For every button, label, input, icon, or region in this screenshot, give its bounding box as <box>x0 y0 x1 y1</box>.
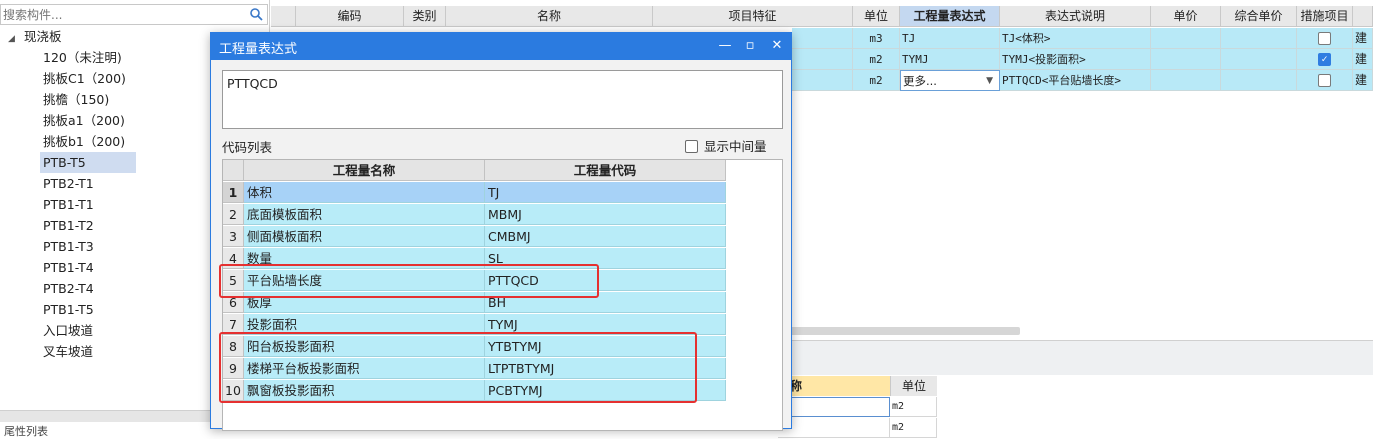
show-intermediate-checkbox[interactable]: 显示中间量 <box>685 136 767 155</box>
col-header-name[interactable]: 名称 <box>446 6 653 27</box>
table-row-2-unit[interactable]: m2 <box>853 49 900 70</box>
grid-row-number[interactable]: 1 <box>223 182 244 203</box>
grid-col-header-name[interactable]: 工程量名称 <box>244 160 485 181</box>
tree-item[interactable]: 挑板a1（200) <box>40 110 128 131</box>
grid-cell-name[interactable]: 侧面模板面积 <box>244 226 485 247</box>
table-row-2-total-price[interactable] <box>1221 49 1297 70</box>
col-header-category[interactable]: 类别 <box>404 6 446 27</box>
quantity-expression-dialog: 工程量表达式 — ▫ ✕ PTTQCD 代码列表 显示中间量 工程量名称 工程量… <box>210 32 792 431</box>
tree-item[interactable]: PTB1-T5 <box>40 299 97 320</box>
collapse-arrow-icon[interactable]: ◢ <box>8 29 20 49</box>
highlight-box-rows-8-10 <box>219 332 697 403</box>
table-row-1-expression-desc[interactable]: TJ<体积> <box>1000 28 1151 49</box>
col-header-feature[interactable]: 项目特征 <box>653 6 853 27</box>
grid-row-number[interactable]: 2 <box>223 204 244 225</box>
table-row-1-expression[interactable]: TJ <box>900 28 1000 49</box>
row-header-corner <box>271 6 296 27</box>
measure-checkbox[interactable] <box>1318 31 1331 45</box>
grid-row-number[interactable]: 3 <box>223 226 244 247</box>
tree-item[interactable]: PTB-T5 <box>40 152 136 173</box>
tree-item[interactable]: 120（未注明) <box>40 47 125 68</box>
tree-root-label: 现浇板 <box>23 29 62 44</box>
bottom-row-1-unit[interactable]: m2 <box>890 397 937 417</box>
bottom-row-1-name[interactable] <box>778 397 890 417</box>
search-icon[interactable] <box>249 7 263 21</box>
tree-item[interactable]: PTB1-T3 <box>40 236 97 257</box>
col-header-measure-item[interactable]: 措施项目 <box>1297 6 1353 27</box>
table-row-1-feature[interactable] <box>792 28 853 49</box>
col-header-extra <box>1353 6 1373 27</box>
bottom-row-2-name[interactable] <box>778 418 890 438</box>
tree-item[interactable]: 入口坡道 <box>40 320 96 341</box>
bottom-col-header-unit[interactable]: 单位 <box>890 376 937 396</box>
table-row-3-unit[interactable]: m2 <box>853 70 900 91</box>
tree-item[interactable]: PTB1-T2 <box>40 215 97 236</box>
tree-item[interactable]: PTB1-T4 <box>40 257 97 278</box>
measure-checkbox-checked[interactable]: ✓ <box>1318 52 1331 66</box>
table-row-2-feature[interactable] <box>792 49 853 70</box>
component-search-input[interactable] <box>3 6 243 23</box>
chevron-down-icon[interactable]: ▼ <box>986 71 993 90</box>
table-row-2-measure[interactable]: ✓ <box>1297 49 1353 70</box>
close-icon[interactable]: ✕ <box>766 36 788 56</box>
table-row-1-unit[interactable]: m3 <box>853 28 900 49</box>
tree-item[interactable]: 挑檐（150) <box>40 89 112 110</box>
table-row-3-price[interactable] <box>1151 70 1221 91</box>
grid-cell-name[interactable]: 底面模板面积 <box>244 204 485 225</box>
bottom-col-header-name[interactable]: 称 <box>778 376 890 396</box>
col-header-unit[interactable]: 单位 <box>853 6 900 27</box>
table-row-3-total-price[interactable] <box>1221 70 1297 91</box>
dialog-title-bar[interactable]: 工程量表达式 — ▫ ✕ <box>211 33 791 60</box>
table-row-1-extra: 建 <box>1353 28 1373 49</box>
highlight-box-row-5 <box>219 264 599 298</box>
expression-dropdown-value: 更多... <box>903 74 937 88</box>
properties-list-label: 尾性列表 <box>4 425 48 438</box>
maximize-icon[interactable]: ▫ <box>739 36 761 56</box>
tree-item[interactable]: 挑板C1（200) <box>40 68 129 89</box>
expression-dropdown[interactable]: 更多... ▼ <box>900 70 1000 91</box>
table-row-2-expression[interactable]: TYMJ <box>900 49 1000 70</box>
tree-node-root[interactable]: ◢ 现浇板 <box>8 27 62 47</box>
table-row-2-extra: 建 <box>1353 49 1373 70</box>
minimize-icon[interactable]: — <box>714 36 736 56</box>
col-header-expression-desc[interactable]: 表达式说明 <box>1000 6 1151 27</box>
table-row-2-price[interactable] <box>1151 49 1221 70</box>
grid-cell-code[interactable]: CMBMJ <box>485 226 726 247</box>
col-header-price[interactable]: 单价 <box>1151 6 1221 27</box>
table-row-1-price[interactable] <box>1151 28 1221 49</box>
grid-corner <box>223 160 244 181</box>
col-header-code[interactable]: 编码 <box>296 6 404 27</box>
dialog-title: 工程量表达式 <box>219 42 298 57</box>
code-list-grid: 工程量名称 工程量代码 1 体积 TJ 2 底面模板面积 MBMJ 3 侧面模板面积 CMBMJ… <box>219 159 783 431</box>
col-header-expression[interactable]: 工程量表达式 <box>900 6 1000 27</box>
component-search-box[interactable] <box>0 4 268 25</box>
grid-cell-code[interactable]: MBMJ <box>485 204 726 225</box>
tree-item[interactable]: PTB1-T1 <box>40 194 97 215</box>
grid-col-header-code[interactable]: 工程量代码 <box>485 160 726 181</box>
expression-textarea[interactable]: PTTQCD <box>222 70 783 129</box>
bottom-row-2-unit[interactable]: m2 <box>890 418 937 438</box>
show-intermediate-label: 显示中间量 <box>704 139 767 154</box>
table-row-1-total-price[interactable] <box>1221 28 1297 49</box>
grid-cell-name[interactable]: 体积 <box>244 182 485 203</box>
tree-item[interactable]: PTB2-T4 <box>40 278 97 299</box>
table-row-3-feature[interactable] <box>792 70 853 91</box>
checkbox-box[interactable] <box>685 140 698 153</box>
table-row-3-measure[interactable] <box>1297 70 1353 91</box>
measure-checkbox[interactable] <box>1318 73 1331 87</box>
table-row-1-measure[interactable] <box>1297 28 1353 49</box>
table-row-3-expression-desc[interactable]: PTTQCD<平台贴墙长度> <box>1000 70 1151 91</box>
code-list-label: 代码列表 <box>222 140 273 155</box>
tree-item[interactable]: 叉车坡道 <box>40 341 96 362</box>
grid-cell-code[interactable]: TJ <box>485 182 726 203</box>
table-row-2-expression-desc[interactable]: TYMJ<投影面积> <box>1000 49 1151 70</box>
col-header-total-price[interactable]: 综合单价 <box>1221 6 1297 27</box>
table-row-3-extra: 建 <box>1353 70 1373 91</box>
tree-item[interactable]: PTB2-T1 <box>40 173 97 194</box>
tree-item[interactable]: 挑板b1（200) <box>40 131 128 152</box>
